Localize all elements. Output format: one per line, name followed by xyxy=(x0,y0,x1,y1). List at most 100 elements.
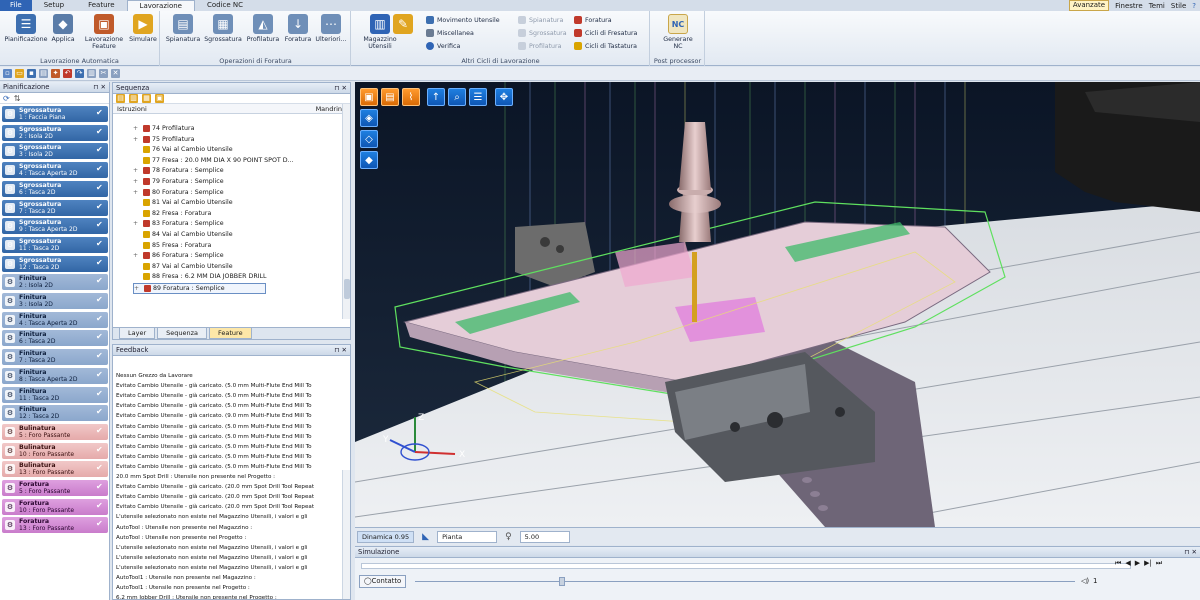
view-iso-icon[interactable]: ▣ xyxy=(360,88,378,106)
tab-setup[interactable]: Setup xyxy=(32,0,76,11)
sequence-row[interactable]: 82 Fresa : Foratura xyxy=(133,209,211,218)
avanzate-button[interactable]: Avanzate xyxy=(1068,0,1110,11)
forward-icon[interactable]: ⏭ xyxy=(1156,559,1162,568)
pan-icon[interactable]: ✥ xyxy=(495,88,513,106)
finestre-menu[interactable]: Finestre xyxy=(1115,2,1143,10)
operation-item[interactable]: ⚙ Bulinatura 10 : Foro Passante ✔ xyxy=(2,442,108,459)
filter-icon[interactable]: ▦ xyxy=(142,94,151,103)
sequence-row[interactable]: +78 Foratura : Semplice xyxy=(133,166,224,175)
applica-button[interactable]: ◆ Applica xyxy=(50,14,76,43)
sequence-row[interactable]: 87 Vai al Cambio Utensile xyxy=(133,262,233,271)
checkmark-icon[interactable]: ✔ xyxy=(96,202,106,212)
simulare-button[interactable]: ▶ Simulare xyxy=(128,14,158,43)
sequenza-scrollbar[interactable] xyxy=(342,104,350,319)
view-select[interactable]: Pianta xyxy=(437,530,498,543)
operation-item[interactable]: ⚙ Sgrossatura 1 : Faccia Piana ✔ xyxy=(2,106,108,122)
close-icon[interactable]: ✕ xyxy=(111,69,120,78)
operation-item[interactable]: ⚙ Finitura 2 : Isola 2D ✔ xyxy=(2,274,108,291)
view-side-icon[interactable]: ◆ xyxy=(360,151,378,169)
3d-viewport[interactable]: Z X Y ▣ ▤ ⌇ ↑ ⌕ ☰ ✥ ◈ ◇ ◆ xyxy=(355,82,1200,527)
ulteriori-button[interactable]: ⋯ Ulteriori... xyxy=(315,14,347,43)
scroll-thumb[interactable] xyxy=(344,279,350,299)
save-icon[interactable]: ▪ xyxy=(27,69,36,78)
cut-icon[interactable]: ✂ xyxy=(99,69,108,78)
new-icon[interactable]: ▫ xyxy=(3,69,12,78)
expand-toggle[interactable]: + xyxy=(133,188,141,197)
checkmark-icon[interactable]: ✔ xyxy=(96,501,106,511)
foratura-small[interactable]: Foratura xyxy=(574,15,612,25)
operation-item[interactable]: ⚙ Finitura 12 : Tasca 2D ✔ xyxy=(2,405,108,422)
spianatura-button[interactable]: ▤ Spianatura xyxy=(165,14,201,43)
panel-controls-icon[interactable]: ⊓ ✕ xyxy=(334,83,347,94)
operation-item[interactable]: ⚙ Finitura 3 : Isola 2D ✔ xyxy=(2,293,108,309)
speed-slider[interactable] xyxy=(415,581,1075,582)
foratura-button[interactable]: ↓ Foratura xyxy=(283,14,313,43)
print-icon[interactable]: ▤ xyxy=(39,69,48,78)
tab-feature[interactable]: Feature xyxy=(76,0,126,11)
operation-item[interactable]: ⚙ Finitura 7 : Tasca 2D ✔ xyxy=(2,349,108,366)
operation-item[interactable]: ⚙ Finitura 8 : Tasca Aperta 2D ✔ xyxy=(2,367,108,384)
generare-nc-button[interactable]: NC Generare NC xyxy=(659,14,697,50)
checkmark-icon[interactable]: ✔ xyxy=(96,295,106,305)
tab-file[interactable]: File xyxy=(0,0,32,11)
tab-feature-panel[interactable]: Feature xyxy=(209,328,252,339)
expand-toggle[interactable]: + xyxy=(133,135,141,144)
checkmark-icon[interactable]: ✔ xyxy=(96,314,106,324)
volume-icon[interactable]: ◁) xyxy=(1081,577,1089,585)
sgrossatura-small[interactable]: Sgrossatura xyxy=(518,28,567,38)
expand-toggle[interactable]: + xyxy=(133,177,141,186)
checkmark-icon[interactable]: ✔ xyxy=(96,426,106,436)
simulation-progress[interactable] xyxy=(361,563,1131,569)
operation-item[interactable]: ⚙ Foratura 5 : Foro Passante ✔ xyxy=(2,480,108,496)
view-toolpath-icon[interactable]: ⌇ xyxy=(402,88,420,106)
sequence-row[interactable]: 88 Fresa : 6.2 MM DIA JOBBER DRILL xyxy=(133,272,267,281)
operation-item[interactable]: ⚙ Sgrossatura 7 : Tasca 2D ✔ xyxy=(2,199,108,216)
expand-toggle[interactable]: + xyxy=(134,284,142,293)
operation-item[interactable]: ⚙ Sgrossatura 11 : Tasca 2D ✔ xyxy=(2,236,108,253)
view-up-icon[interactable]: ↑ xyxy=(427,88,445,106)
checkmark-icon[interactable]: ✔ xyxy=(96,445,106,455)
operation-item[interactable]: ⚙ Foratura 13 : Foro Passante ✔ xyxy=(2,517,108,534)
operation-item[interactable]: ⚙ Finitura 11 : Tasca 2D ✔ xyxy=(2,386,108,403)
checkmark-icon[interactable]: ✔ xyxy=(96,164,106,174)
sequence-row[interactable]: +80 Foratura : Semplice xyxy=(133,188,224,197)
checkmark-icon[interactable]: ✔ xyxy=(96,370,106,380)
expand-toggle[interactable]: + xyxy=(133,251,141,260)
checkmark-icon[interactable]: ✔ xyxy=(96,407,106,417)
movimento-utensile-menu[interactable]: Movimento Utensile xyxy=(426,15,500,25)
checkmark-icon[interactable]: ✔ xyxy=(96,389,106,399)
checkmark-icon[interactable]: ✔ xyxy=(96,108,106,118)
tab-codice-nc[interactable]: Codice NC xyxy=(195,0,255,11)
clipboard-icon[interactable]: ▥ xyxy=(87,69,96,78)
refresh-icon[interactable]: ⟳ xyxy=(3,94,10,103)
profilatura-button[interactable]: ◭ Profilatura xyxy=(245,14,281,43)
checkmark-icon[interactable]: ✔ xyxy=(96,145,106,155)
sequence-row[interactable]: +79 Foratura : Semplice xyxy=(133,177,224,186)
help-icon[interactable]: ? xyxy=(1192,2,1196,10)
sequence-row[interactable]: 77 Fresa : 20.0 MM DIA X 90 POINT SPOT D… xyxy=(133,156,294,165)
checkmark-icon[interactable]: ✔ xyxy=(96,519,106,529)
sequence-row[interactable]: 81 Vai al Cambio Utensile xyxy=(133,198,233,207)
sequence-row[interactable]: +75 Profilatura xyxy=(133,135,195,144)
operation-item[interactable]: ⚙ Finitura 4 : Tasca Aperta 2D ✔ xyxy=(2,311,108,328)
dynamic-field[interactable]: Dinamica 0.95 xyxy=(357,530,415,543)
tab-lavorazione[interactable]: Lavorazione xyxy=(126,0,195,11)
sequence-row[interactable]: 76 Vai al Cambio Utensile xyxy=(133,145,233,154)
checkmark-icon[interactable]: ✔ xyxy=(96,482,106,492)
sort-icon[interactable]: ⇅ xyxy=(14,94,21,103)
operation-item[interactable]: ⚙ Foratura 10 : Foro Passante ✔ xyxy=(2,498,108,515)
checkmark-icon[interactable]: ✔ xyxy=(96,258,106,268)
rewind-icon[interactable]: ⏮ xyxy=(1115,559,1121,568)
feedback-scrollbar[interactable] xyxy=(342,470,350,599)
panel-controls-icon[interactable]: ⊓ ✕ xyxy=(334,345,347,356)
open-icon[interactable]: ▭ xyxy=(15,69,24,78)
operation-item[interactable]: ⚙ Finitura 6 : Tasca 2D ✔ xyxy=(2,330,108,347)
sequence-row[interactable]: 84 Vai al Cambio Utensile xyxy=(133,230,233,239)
contatto-button[interactable]: ◯Contatto xyxy=(359,575,407,588)
expand-toggle[interactable]: + xyxy=(133,219,141,228)
sequence-row[interactable]: 85 Fresa : Foratura xyxy=(133,241,211,250)
checkmark-icon[interactable]: ✔ xyxy=(96,127,106,137)
checkmark-icon[interactable]: ✔ xyxy=(96,220,106,230)
operation-item[interactable]: ⚙ Sgrossatura 2 : Isola 2D ✔ xyxy=(2,124,108,141)
stile-menu[interactable]: Stile xyxy=(1171,2,1186,10)
